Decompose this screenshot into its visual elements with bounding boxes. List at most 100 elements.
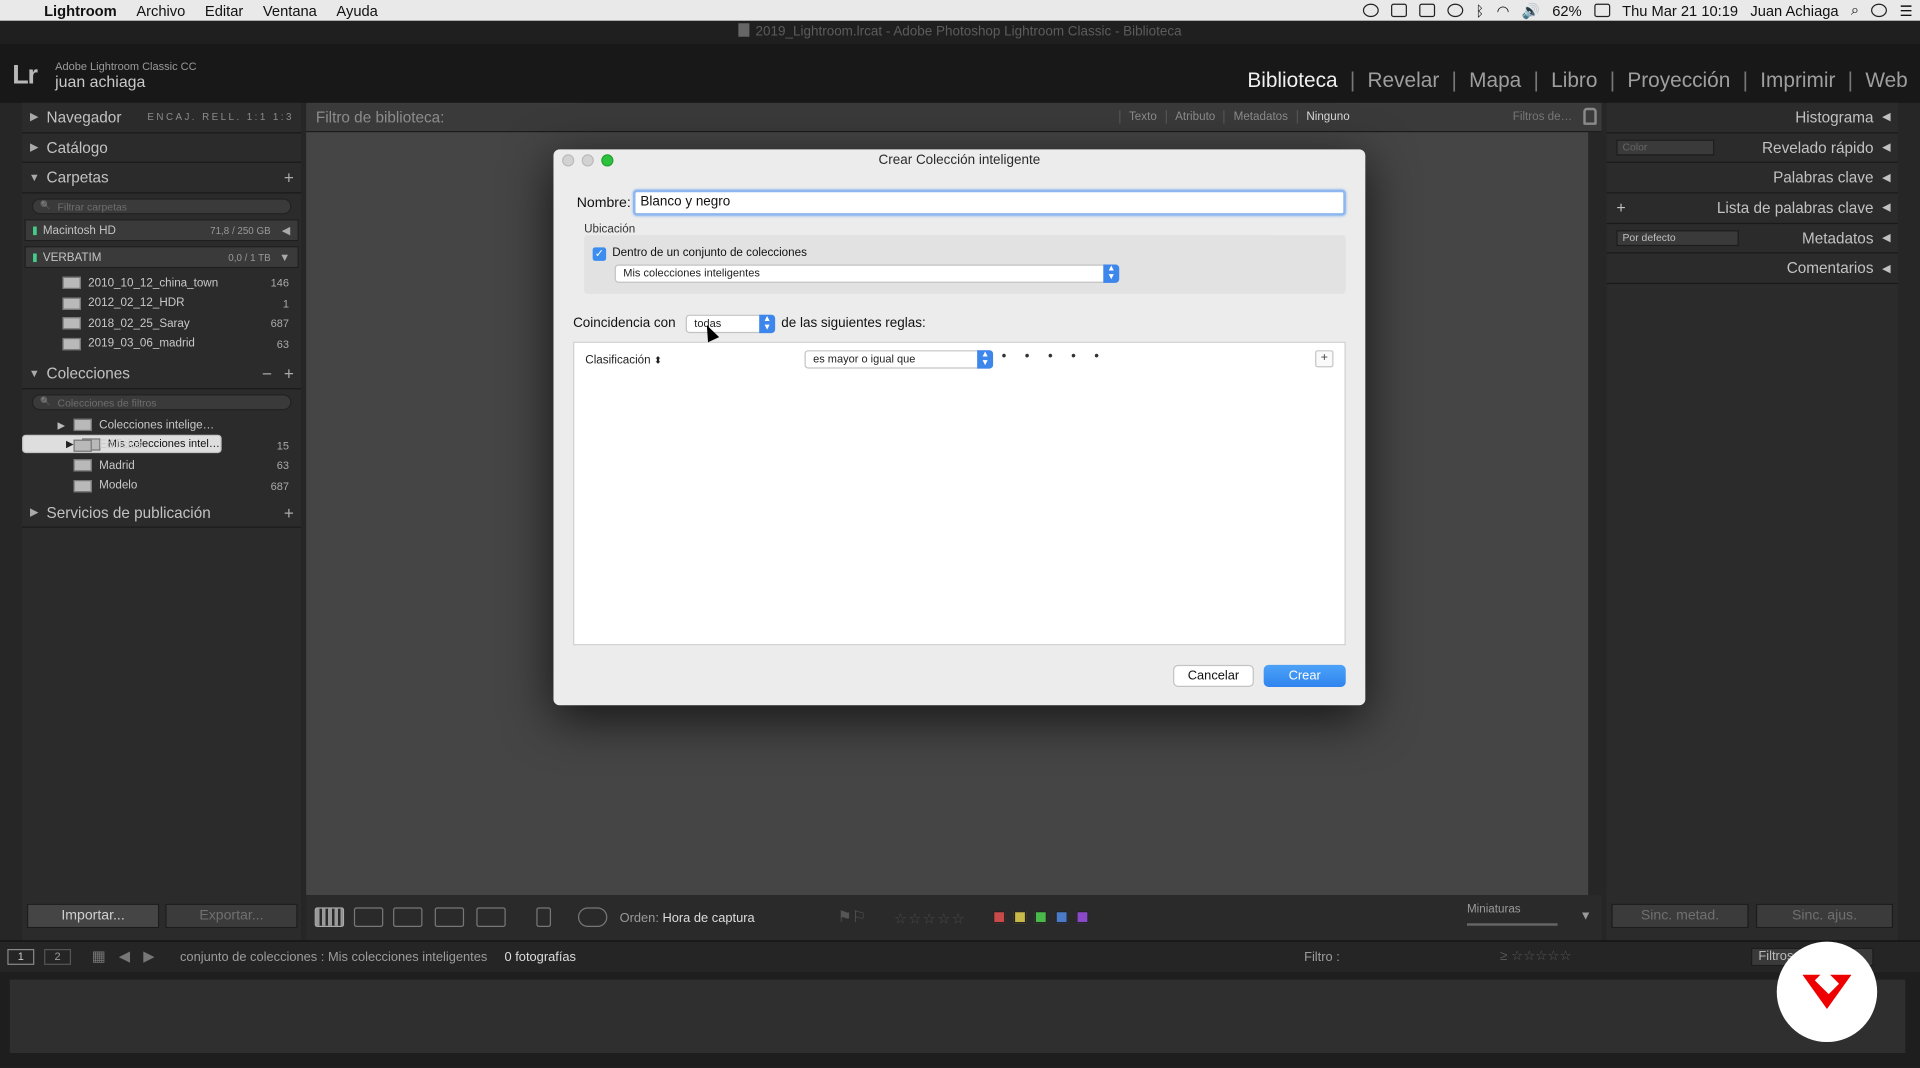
battery-icon[interactable] xyxy=(1593,3,1610,18)
match-select[interactable]: todas ▲ ▼ xyxy=(685,314,776,334)
battery-percent[interactable]: 62% xyxy=(1552,2,1581,19)
label-blue-icon[interactable] xyxy=(1055,911,1068,924)
remove-collection-icon[interactable]: − xyxy=(262,364,272,384)
photo-count[interactable]: 0 fotografías xyxy=(504,950,575,965)
collection-item[interactable]: Madrid 63 xyxy=(22,455,301,475)
collapse-triangle-icon[interactable]: ◀ xyxy=(1882,111,1890,124)
rating-dots[interactable]: • • • • • xyxy=(1002,349,1107,364)
expand-triangle-icon[interactable]: ▶ xyxy=(22,506,46,519)
panel-metadata[interactable]: Por defecto Metadatos ◀ xyxy=(1606,224,1898,255)
filter-presets-select[interactable]: Filtros de… xyxy=(1513,110,1572,123)
collection-set-item[interactable]: ▶ Colecciones intelige… xyxy=(22,415,301,435)
sort-select[interactable]: Hora de captura xyxy=(662,911,754,926)
display-icon[interactable] xyxy=(1391,3,1407,18)
folder-item[interactable]: 2010_10_12_china_town 146 xyxy=(22,273,301,293)
import-button[interactable]: Importar... xyxy=(26,903,160,929)
rating-stars[interactable]: ☆☆☆☆☆ xyxy=(894,910,966,927)
clock[interactable]: Thu Mar 21 10:19 xyxy=(1622,2,1738,19)
menu-ayuda[interactable]: Ayuda xyxy=(327,2,388,19)
module-biblioteca[interactable]: Biblioteca xyxy=(1235,69,1350,93)
add-keyword-icon[interactable]: + xyxy=(1616,199,1625,217)
lock-icon[interactable] xyxy=(1583,107,1597,125)
filter-tab-atributo[interactable]: Atributo xyxy=(1165,110,1223,124)
add-publish-service-icon[interactable]: + xyxy=(284,503,294,523)
spray-can-icon[interactable] xyxy=(536,907,552,927)
menu-app[interactable]: Lightroom xyxy=(34,2,126,19)
filter-tab-metadatos[interactable]: Metadatos xyxy=(1223,110,1297,124)
wifi-icon[interactable]: ◠ xyxy=(1497,2,1510,19)
record-icon[interactable] xyxy=(1362,3,1379,18)
menu-ventana[interactable]: Ventana xyxy=(253,2,327,19)
navigator-zoom-options[interactable]: ENCAJ. RELL. 1:1 1:3 xyxy=(147,112,293,123)
minimize-icon[interactable] xyxy=(581,154,594,167)
add-collection-icon[interactable]: + xyxy=(284,364,294,384)
volume-verbatim[interactable]: VERBATIM 0,0 / 1 TB ▼ xyxy=(24,246,299,269)
panel-keywording[interactable]: Palabras clave ◀ xyxy=(1606,163,1898,194)
sync-metadata-button[interactable]: Sinc. metad. xyxy=(1611,903,1749,929)
volume-macintosh-hd[interactable]: Macintosh HD 71,8 / 250 GB ◀ xyxy=(24,219,299,242)
add-folder-icon[interactable]: + xyxy=(284,168,294,188)
collapse-triangle-icon[interactable]: ◀ xyxy=(1882,262,1890,275)
collapse-triangle-icon[interactable]: ▼ xyxy=(22,172,46,184)
create-button[interactable]: Crear xyxy=(1263,664,1346,687)
filmstrip-area[interactable] xyxy=(9,979,1906,1054)
module-revelar[interactable]: Revelar xyxy=(1355,69,1451,93)
menu-archivo[interactable]: Archivo xyxy=(127,2,196,19)
panel-histogram[interactable]: Histograma ◀ xyxy=(1606,103,1898,134)
panel-comments[interactable]: Comentarios ◀ xyxy=(1606,254,1898,285)
monitor-2-icon[interactable]: 2 xyxy=(44,948,72,965)
rule-field-select[interactable]: Clasificación ⬍ xyxy=(585,354,662,367)
zoom-icon[interactable] xyxy=(601,154,614,167)
panel-publish-services[interactable]: ▶ Servicios de publicación + xyxy=(22,498,302,529)
collection-item[interactable]: Modelo 687 xyxy=(22,475,301,495)
loupe-view-icon[interactable] xyxy=(353,907,384,927)
add-rule-button[interactable]: + xyxy=(1315,350,1334,368)
panel-quick-develop[interactable]: Color Revelado rápido ◀ xyxy=(1606,133,1898,164)
filmstrip-source[interactable]: conjunto de colecciones : Mis coleccione… xyxy=(180,950,487,965)
toolbar-menu-icon[interactable]: ▼ xyxy=(1580,910,1592,923)
folder-item[interactable]: 2018_02_25_Saray 687 xyxy=(22,314,301,334)
triangle-down-icon[interactable]: ▼ xyxy=(279,251,290,263)
survey-view-icon[interactable] xyxy=(434,907,465,927)
metadata-preset-select[interactable]: Por defecto xyxy=(1616,230,1739,247)
panel-keyword-list[interactable]: + Lista de palabras clave ◀ xyxy=(1606,194,1898,224)
notification-center-icon[interactable]: ☰ xyxy=(1899,2,1912,19)
quick-develop-select[interactable]: Color xyxy=(1616,139,1715,156)
creative-cloud-icon[interactable] xyxy=(1447,3,1464,18)
thumbnail-size-slider[interactable] xyxy=(1466,923,1558,926)
folder-item[interactable]: 2019_03_06_madrid 63 xyxy=(22,334,301,354)
label-yellow-icon[interactable] xyxy=(1013,911,1027,924)
panel-navigator[interactable]: ▶ Navegador ENCAJ. RELL. 1:1 1:3 xyxy=(22,103,302,134)
module-web[interactable]: Web xyxy=(1853,69,1920,93)
inside-set-checkbox[interactable]: ✓ xyxy=(592,247,607,261)
module-imprimir[interactable]: Imprimir xyxy=(1748,69,1848,93)
cancel-button[interactable]: Cancelar xyxy=(1173,664,1254,687)
folder-item[interactable]: 2012_02_12_HDR 1 xyxy=(22,293,301,313)
spotlight-icon[interactable]: ⌕ xyxy=(1851,1,1859,19)
bluetooth-icon[interactable]: ᛒ xyxy=(1476,2,1485,19)
panel-collections[interactable]: ▼ Colecciones − + xyxy=(22,359,302,390)
collection-set-select[interactable]: Mis colecciones inteligentes ▲ ▼ xyxy=(614,264,1120,283)
volume-icon[interactable]: 🔊 xyxy=(1522,2,1540,19)
sync-settings-button[interactable]: Sinc. ajus. xyxy=(1755,903,1894,929)
people-view-icon[interactable] xyxy=(476,907,506,927)
collapse-triangle-icon[interactable]: ◀ xyxy=(1882,171,1890,184)
folders-search-input[interactable]: Filtrar carpetas xyxy=(31,198,292,215)
module-mapa[interactable]: Mapa xyxy=(1457,69,1534,93)
filter-tab-ninguno[interactable]: Ninguno xyxy=(1296,110,1359,124)
expand-triangle-icon[interactable]: ▶ xyxy=(22,111,46,124)
collection-item[interactable]: Edificios 15 xyxy=(22,435,301,455)
triangle-left-icon[interactable]: ◀ xyxy=(282,224,290,237)
close-icon[interactable] xyxy=(562,154,575,167)
label-purple-icon[interactable] xyxy=(1076,911,1089,924)
inside-set-label[interactable]: Dentro de un conjunto de colecciones xyxy=(612,246,807,259)
collapse-triangle-icon[interactable]: ◀ xyxy=(1882,201,1890,214)
grid-view-icon[interactable] xyxy=(314,907,345,927)
export-button[interactable]: Exportar... xyxy=(165,903,298,929)
user-name[interactable]: Juan Achiaga xyxy=(1750,2,1838,19)
panel-folders[interactable]: ▼ Carpetas + xyxy=(22,163,302,194)
label-green-icon[interactable] xyxy=(1034,911,1047,924)
collapse-triangle-icon[interactable]: ◀ xyxy=(1882,232,1890,245)
expand-triangle-icon[interactable]: ▶ xyxy=(22,141,46,154)
back-arrow-icon[interactable]: ◀ xyxy=(119,948,130,965)
